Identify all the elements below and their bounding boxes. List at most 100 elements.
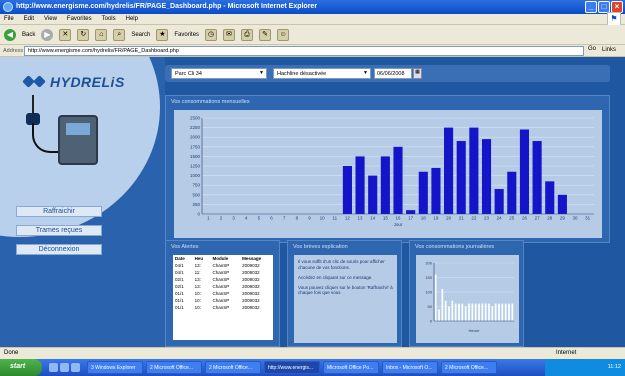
explanation-title: Vos brèves explication (293, 244, 348, 250)
ie-icon (3, 2, 13, 12)
x-tick-label: 26 (522, 216, 528, 221)
x-tick-label: 9 (308, 216, 311, 221)
chevron-down-icon: ▼ (259, 70, 264, 76)
links-button[interactable]: Links (602, 47, 616, 53)
taskbar-item[interactable]: Microsoft Office Po... (323, 361, 379, 374)
daily-consumption-panel: Vos consommations journalières 0 50 100 150… (409, 240, 524, 347)
home-icon[interactable]: ⌂ (95, 28, 108, 41)
alerts-table-row[interactable]: 02/1 13: ChanSP 2009032 (173, 276, 273, 283)
print-icon[interactable]: ⎙ (241, 28, 254, 41)
bar (468, 303, 470, 321)
bar (507, 171, 517, 214)
bar (494, 189, 504, 214)
x-tick-label: 14 (370, 216, 376, 221)
alerts-table-row[interactable]: 01/1 10: ChanSP 2009032 (173, 297, 273, 304)
x-tick-label: 1 (207, 216, 210, 221)
site-select[interactable]: Parc Cli 34 ▼ (171, 68, 267, 79)
minimize-button[interactable]: _ (585, 1, 597, 13)
start-button[interactable]: start (0, 359, 42, 376)
alerts-cell: 2009032 (242, 263, 260, 268)
alerts-cell: ChanSP (212, 298, 230, 303)
alerts-cell: 02/1 (175, 284, 184, 289)
explanation-paragraph: Accédez en cliquant sur ce message. (298, 274, 373, 280)
menu-help[interactable]: Help (126, 16, 138, 24)
quick-launch-icon[interactable] (71, 363, 80, 372)
daily-chart-area: 0 50 100 150 200 Heure (416, 255, 519, 343)
sensor-select-value: Hachline désactivée (277, 71, 327, 77)
messenger-icon[interactable]: ☺ (277, 28, 290, 41)
back-arrow-icon[interactable]: ◀ (4, 28, 16, 41)
alerts-table-row[interactable]: 04/1 11: ChanSP 2009032 (173, 269, 273, 276)
quick-launch-icon[interactable] (49, 363, 58, 372)
taskbar-item[interactable]: Inbox - Microsoft O... (382, 361, 438, 374)
favorites-label[interactable]: Favorites (174, 32, 199, 38)
alerts-cell: 2009032 (242, 277, 260, 282)
alerts-table-row[interactable]: 01/1 10: ChanSP 2009032 (173, 290, 273, 297)
window-title: http://www.energisme.com/hydrelis/FR/PAG… (16, 3, 318, 10)
bar (501, 303, 504, 321)
menu-edit[interactable]: Edit (24, 16, 34, 24)
y-tick-label: 0 (197, 212, 200, 217)
y-tick-label: 250 (192, 202, 200, 207)
taskbar-item[interactable]: 2 Microsoft Office... (146, 361, 202, 374)
taskbar-item[interactable]: 2 Microsoft Office... (441, 361, 497, 374)
menu-file[interactable]: File (4, 16, 14, 24)
bar (441, 289, 444, 321)
taskbar-item[interactable]: 3 Windows Explorer (87, 361, 143, 374)
search-label[interactable]: Search (131, 32, 150, 38)
bar (456, 141, 466, 214)
received-frames-button[interactable]: Trames reçues (16, 225, 102, 236)
stop-icon[interactable]: ✕ (59, 28, 72, 41)
logout-button[interactable]: Déconnexion (16, 244, 102, 255)
x-tick-label: 16 (395, 216, 401, 221)
clock: 11:12 (607, 364, 621, 370)
x-tick-label: 20 (446, 216, 452, 221)
quick-launch-icon[interactable] (60, 363, 69, 372)
alerts-cell: 10: (194, 291, 201, 296)
menu-view[interactable]: View (44, 16, 57, 24)
filter-bar: Parc Cli 34 ▼ Hachline désactivée ▼ 06/0… (165, 65, 610, 82)
bar (434, 274, 437, 321)
y-tick-label: 50 (428, 304, 433, 309)
refresh-icon[interactable]: ↻ (77, 28, 90, 41)
y-tick-label: 2250 (190, 125, 201, 130)
bar (508, 303, 510, 321)
back-label[interactable]: Back (22, 32, 35, 38)
x-tick-label: 18 (421, 216, 427, 221)
bar (545, 181, 555, 214)
taskbar-item[interactable]: http://www.energis... (264, 361, 320, 374)
bar (431, 167, 441, 214)
sensor-select[interactable]: Hachline désactivée ▼ (273, 68, 371, 79)
mail-icon[interactable]: ✉ (223, 28, 236, 41)
y-tick-label: 1750 (190, 144, 201, 149)
go-button[interactable]: Go (588, 46, 596, 52)
favorites-star-icon[interactable]: ★ (156, 28, 169, 41)
alerts-table-row[interactable]: 02/1 13: ChanSP 2009032 (173, 283, 273, 290)
bar (454, 303, 457, 321)
forward-arrow-icon[interactable]: ▶ (41, 28, 54, 41)
taskbar-item[interactable]: 2 Microsoft Office... (205, 361, 261, 374)
search-icon[interactable]: ⌕ (113, 28, 126, 41)
y-tick-label: 100 (425, 290, 432, 295)
alerts-table-row[interactable]: 04/1 13: ChanSP 2009032 (173, 262, 273, 269)
calendar-icon[interactable]: ▦ (413, 68, 422, 79)
antenna-icon (32, 95, 34, 115)
x-tick-label: 19 (433, 216, 439, 221)
alerts-cell: 2009032 (242, 305, 260, 310)
menu-favorites[interactable]: Favorites (67, 16, 92, 24)
menu-tools[interactable]: Tools (102, 16, 116, 24)
alerts-cell: ChanSP (212, 291, 230, 296)
history-icon[interactable]: ◷ (205, 28, 218, 41)
x-tick-label: 6 (270, 216, 273, 221)
chevron-down-icon: ▼ (363, 70, 368, 76)
alerts-table-row[interactable]: 01/1 10: ChanSP 2009032 (173, 304, 273, 311)
edit-icon[interactable]: ✎ (259, 28, 272, 41)
explanation-text-box[interactable]: Il vous suffit d'un clic de souris pour … (294, 255, 397, 343)
alerts-table-container[interactable]: Date Heu Module Message 04/1 13: ChanSP 200903… (173, 255, 273, 340)
x-tick-label: 28 (547, 216, 553, 221)
address-input[interactable]: http://www.energisme.com/hydrelis/FR/PAG… (24, 46, 584, 56)
date-input[interactable]: 06/06/2008 (374, 68, 412, 79)
x-tick-label: 15 (383, 216, 389, 221)
windows-flag-icon: ⚑ (607, 12, 621, 26)
refresh-button[interactable]: Raffraichir (16, 206, 102, 217)
